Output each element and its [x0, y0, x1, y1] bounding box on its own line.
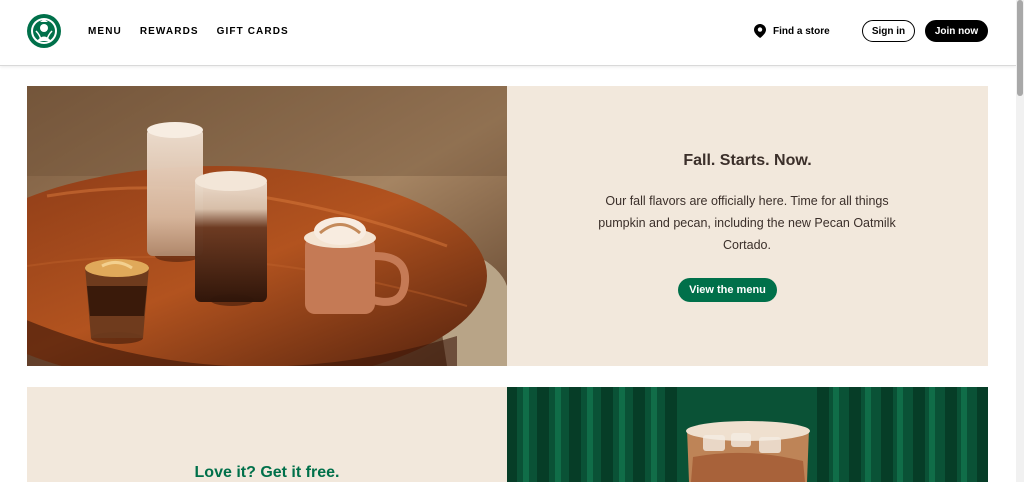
page-scrollbar[interactable] — [1016, 0, 1024, 482]
hero-body: Our fall flavors are officially here. Ti… — [598, 194, 896, 252]
rewards-promo-section: Love it? Get it free. — [27, 387, 988, 482]
nav-menu[interactable]: MENU — [88, 26, 122, 37]
nav-rewards[interactable]: REWARDS — [140, 26, 199, 37]
location-pin-icon — [754, 24, 766, 38]
hero-section: Fall. Starts. Now. Our fall flavors are … — [27, 86, 988, 366]
promo-title: Love it? Get it free. — [194, 464, 340, 481]
scrollbar-thumb[interactable] — [1017, 0, 1023, 96]
main-nav: MENU REWARDS GIFT CARDS — [88, 26, 289, 37]
iced-drink-image — [507, 387, 988, 482]
siren-logo-icon[interactable] — [27, 14, 61, 48]
nav-gift-cards[interactable]: GIFT CARDS — [217, 26, 289, 37]
find-store-link[interactable]: Find a store — [754, 24, 830, 38]
hero-title: Fall. Starts. Now. — [683, 152, 812, 169]
hero-text-panel: Fall. Starts. Now. Our fall flavors are … — [507, 86, 988, 366]
sign-in-button[interactable]: Sign in — [862, 20, 915, 42]
view-menu-button[interactable]: View the menu — [678, 278, 777, 302]
site-header: MENU REWARDS GIFT CARDS Find a store Sig… — [0, 0, 1016, 66]
fall-drinks-image — [27, 86, 507, 366]
find-store-label: Find a store — [773, 25, 830, 37]
promo-text-panel: Love it? Get it free. — [27, 387, 507, 482]
join-now-button[interactable]: Join now — [925, 20, 988, 42]
